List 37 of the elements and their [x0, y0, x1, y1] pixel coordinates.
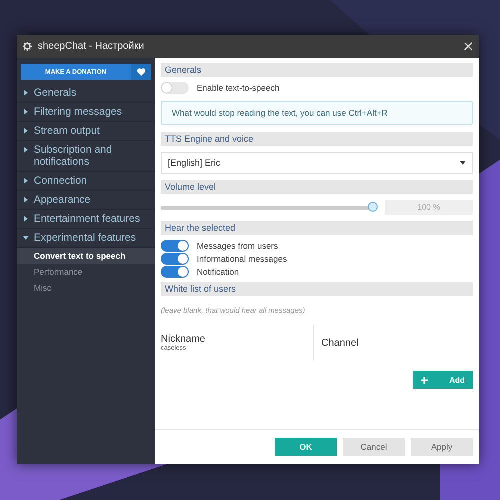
- column-header: Channel: [322, 338, 360, 348]
- sidebar-item[interactable]: Filtering messages: [17, 103, 155, 122]
- volume-slider[interactable]: [161, 202, 379, 214]
- sidebar-subitem[interactable]: Performance: [17, 264, 155, 280]
- toggle-switch[interactable]: [161, 82, 189, 94]
- voice-dropdown[interactable]: [English] Eric: [161, 152, 473, 174]
- column-header: Nickname: [161, 334, 206, 345]
- toggle-switch[interactable]: [161, 240, 189, 252]
- sidebar-item[interactable]: Generals: [17, 84, 155, 103]
- window-title: sheepChat - Настройки: [38, 41, 146, 52]
- section-header: White list of users: [161, 282, 473, 296]
- section-header: Hear the selected: [161, 221, 473, 235]
- sidebar-subitem[interactable]: Misc: [17, 280, 155, 296]
- section-header: Generals: [161, 63, 473, 77]
- sidebar-item[interactable]: Entertainment features: [17, 210, 155, 229]
- sidebar-item[interactable]: Connection: [17, 172, 155, 191]
- toggle-switch[interactable]: [161, 252, 189, 264]
- toggle-label: Informational messages: [197, 254, 288, 264]
- toggle-label: Notification: [197, 266, 240, 276]
- section-header: TTS Engine and voice: [161, 132, 473, 146]
- sidebar-item[interactable]: Stream output: [17, 122, 155, 141]
- sidebar-item[interactable]: Subscription and notifications: [17, 141, 155, 172]
- close-icon[interactable]: [464, 42, 473, 51]
- dropdown-caret-icon: [460, 161, 466, 165]
- dialog-button[interactable]: Apply: [411, 438, 473, 456]
- gear-icon: [23, 42, 32, 51]
- toggle-label: Enable text-to-speech: [197, 82, 280, 92]
- toggle-label: Messages from users: [197, 240, 278, 250]
- sidebar-item[interactable]: Appearance: [17, 191, 155, 210]
- sidebar-subitem[interactable]: Convert text to speech: [17, 248, 155, 264]
- heart-icon: [136, 68, 146, 76]
- dialog-button[interactable]: Cancel: [343, 438, 405, 456]
- plus-icon: [421, 376, 428, 384]
- info-box: What would stop reading the text, you can use Ctrl+Alt+R: [161, 101, 473, 125]
- volume-reading: 100 %: [385, 200, 473, 215]
- section-header: Volume level: [161, 180, 473, 194]
- toggle-switch[interactable]: [161, 266, 189, 278]
